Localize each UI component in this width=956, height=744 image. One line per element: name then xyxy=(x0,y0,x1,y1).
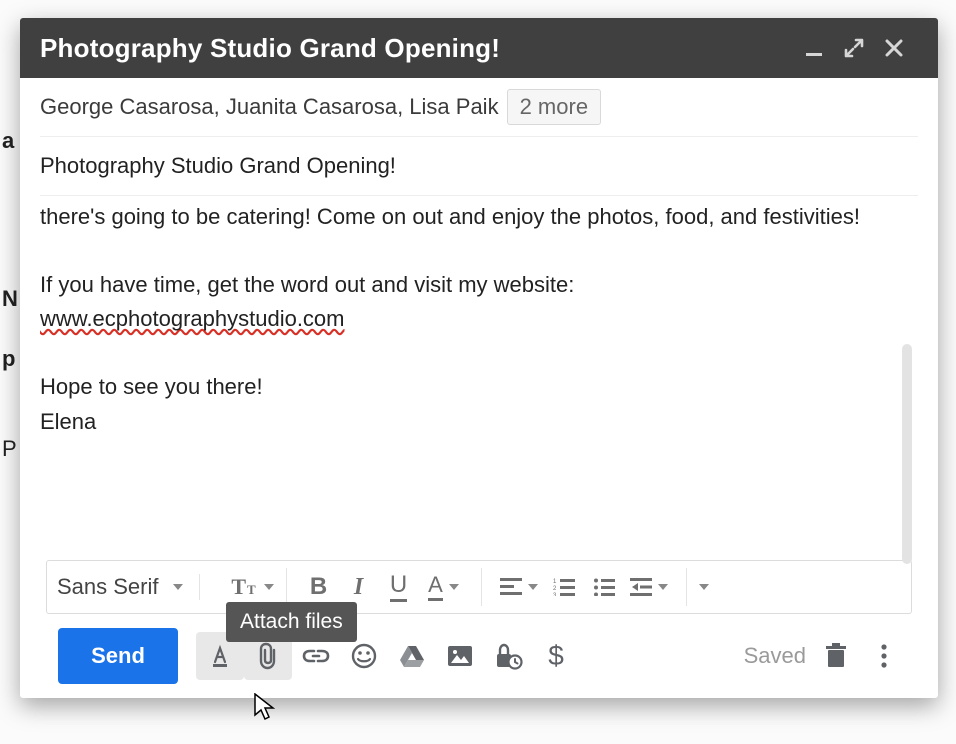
link-icon xyxy=(301,645,331,667)
caret-down-icon[interactable] xyxy=(264,584,274,590)
compose-window: Photography Studio Grand Opening! George… xyxy=(20,18,938,698)
subject-row[interactable]: Photography Studio Grand Opening! xyxy=(40,137,918,196)
caret-down-icon xyxy=(658,584,668,590)
dollar-icon: $ xyxy=(548,640,564,672)
svg-text:3: 3 xyxy=(553,593,557,596)
minimize-icon xyxy=(804,38,824,58)
indent-button[interactable] xyxy=(624,568,674,606)
send-button[interactable]: Send xyxy=(58,628,178,684)
svg-text:1: 1 xyxy=(553,579,557,585)
more-vertical-icon xyxy=(880,643,888,669)
saved-label: Saved xyxy=(744,643,806,669)
caret-down-icon xyxy=(449,584,459,590)
close-button[interactable] xyxy=(874,28,914,68)
text-format-icon xyxy=(206,642,234,670)
indent-less-icon xyxy=(630,578,652,596)
discard-draft-button[interactable] xyxy=(812,632,860,680)
body-line: If you have time, get the word out and v… xyxy=(40,268,878,302)
lock-clock-icon xyxy=(493,642,523,670)
bold-button[interactable]: B xyxy=(299,568,339,606)
insert-drive-button[interactable] xyxy=(388,632,436,680)
caret-down-icon xyxy=(528,584,538,590)
subject-text: Photography Studio Grand Opening! xyxy=(40,153,396,179)
trash-icon xyxy=(824,642,848,670)
bullet-list-icon xyxy=(593,578,615,596)
body-line: Hope to see you there! xyxy=(40,370,878,404)
formatting-toolbar: Sans Serif TT B I U A xyxy=(46,560,912,614)
message-body[interactable]: there's going to be catering! Come on ou… xyxy=(40,196,918,560)
emoji-icon xyxy=(350,642,378,670)
paperclip-icon xyxy=(255,641,281,671)
font-size-icon: TT xyxy=(231,574,255,600)
body-url[interactable]: www.ecphotographystudio.com xyxy=(40,306,345,331)
italic-button[interactable]: I xyxy=(339,568,379,606)
bottom-toolbar: Send xyxy=(40,614,918,698)
align-left-icon xyxy=(500,578,522,596)
underline-button[interactable]: U xyxy=(379,568,419,606)
compose-titlebar: Photography Studio Grand Opening! xyxy=(20,18,938,78)
italic-icon: I xyxy=(354,574,363,601)
recipients-names: George Casarosa, Juanita Casarosa, Lisa … xyxy=(40,94,499,120)
recipients-row[interactable]: George Casarosa, Juanita Casarosa, Lisa … xyxy=(40,78,918,137)
align-button[interactable] xyxy=(494,568,544,606)
tooltip: Attach files xyxy=(226,602,357,642)
body-line: there's going to be catering! Come on ou… xyxy=(40,200,878,234)
svg-text:2: 2 xyxy=(553,586,557,592)
numbered-list-button[interactable]: 1 2 3 xyxy=(544,568,584,606)
bg-letter: P xyxy=(0,436,17,462)
font-family-label: Sans Serif xyxy=(57,574,159,600)
text-color-button[interactable]: A xyxy=(419,568,469,606)
scrollbar[interactable] xyxy=(902,344,912,564)
minimize-button[interactable] xyxy=(794,28,834,68)
image-icon xyxy=(446,644,474,668)
confidential-mode-button[interactable] xyxy=(484,632,532,680)
body-signoff: Elena xyxy=(40,405,878,439)
close-icon xyxy=(884,38,904,58)
drive-icon xyxy=(397,643,427,669)
font-size-button[interactable]: TT xyxy=(224,568,264,606)
text-color-icon: A xyxy=(428,574,443,601)
font-family-picker[interactable]: Sans Serif xyxy=(57,574,200,600)
bold-icon: B xyxy=(310,573,327,601)
more-options-button[interactable] xyxy=(860,632,908,680)
bg-letter: p xyxy=(0,346,15,372)
more-formatting-caret[interactable] xyxy=(699,584,709,590)
popout-button[interactable] xyxy=(834,28,874,68)
insert-photo-button[interactable] xyxy=(436,632,484,680)
numbered-list-icon: 1 2 3 xyxy=(553,578,575,596)
bg-letter: N xyxy=(0,286,18,312)
compose-title: Photography Studio Grand Opening! xyxy=(40,33,794,64)
expand-icon xyxy=(843,37,865,59)
bullet-list-button[interactable] xyxy=(584,568,624,606)
bg-letter: a xyxy=(0,128,14,154)
recipients-more-chip[interactable]: 2 more xyxy=(507,89,601,125)
underline-icon: U xyxy=(390,573,407,602)
caret-down-icon xyxy=(173,584,183,590)
insert-money-button[interactable]: $ xyxy=(532,632,580,680)
